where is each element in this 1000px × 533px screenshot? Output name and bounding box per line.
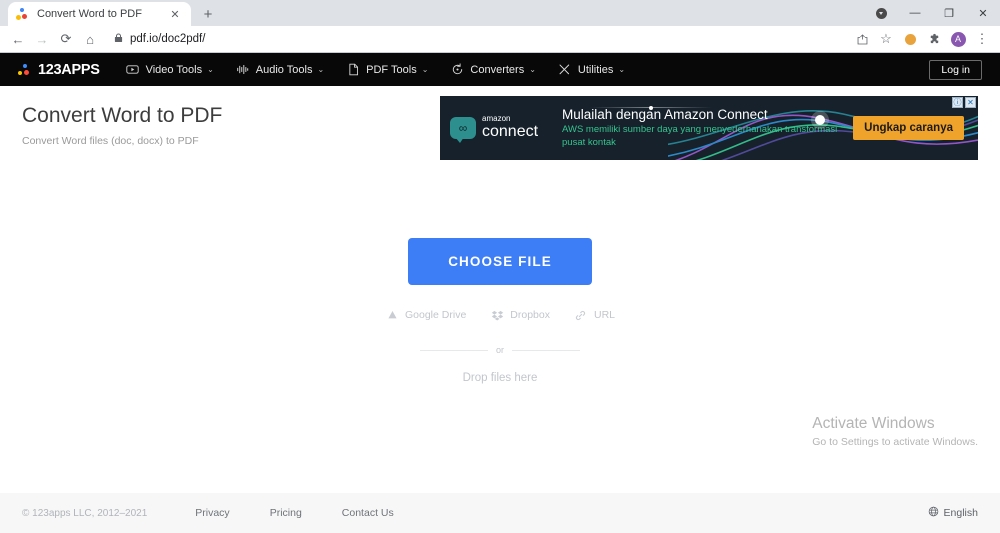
- new-tab-button[interactable]: +: [195, 2, 221, 26]
- browser-window: Convert Word to PDF ✕ + — ❐ ✕ ← → ⟳ ⌂ pd…: [0, 0, 1000, 533]
- browser-toolbar: ← → ⟳ ⌂ pdf.io/doc2pdf/ ☆ A ⋮: [0, 26, 1000, 52]
- source-label: URL: [593, 309, 615, 321]
- site-navbar: 123APPS Video Tools ⌄ Audio Tools ⌄ PDF …: [0, 53, 1000, 86]
- login-button[interactable]: Log in: [929, 59, 982, 80]
- nav-item-label: Converters: [470, 63, 525, 76]
- avatar[interactable]: A: [946, 27, 970, 51]
- nav-item-label: Utilities: [577, 63, 614, 76]
- activate-windows-watermark: Activate Windows Go to Settings to activ…: [812, 415, 978, 448]
- footer-link-contact-us[interactable]: Contact Us: [342, 507, 394, 519]
- choose-file-button[interactable]: CHOOSE FILE: [408, 238, 592, 285]
- nav-item-converters[interactable]: Converters ⌄: [450, 63, 536, 77]
- page-subtitle: Convert Word files (doc, docx) to PDF: [22, 135, 199, 147]
- page-title: Convert Word to PDF: [22, 104, 223, 127]
- logo-text: 123APPS: [38, 61, 100, 78]
- ad-brand-bottom: connect: [482, 122, 539, 140]
- utilities-icon: [558, 63, 572, 77]
- hero-text: Convert Word to PDF Convert Word files (…: [22, 96, 222, 160]
- logo-dots-icon: [18, 63, 32, 77]
- share-icon[interactable]: [850, 27, 874, 51]
- chevron-down-icon: ⌄: [618, 65, 626, 74]
- nav-item-pdf-tools[interactable]: PDF Tools ⌄: [346, 63, 428, 77]
- chevron-down-icon: ⌄: [207, 65, 214, 74]
- or-separator: or: [420, 345, 581, 355]
- separator-line-right: [512, 349, 581, 351]
- advertisement[interactable]: ∞ amazon connect Mulailah dengan Amazon …: [440, 96, 978, 160]
- lock-icon: [114, 33, 123, 45]
- window-close-icon[interactable]: ✕: [966, 0, 1000, 26]
- 123apps-favicon: [16, 7, 30, 21]
- source-label: Dropbox: [510, 309, 550, 321]
- ad-copy: Mulailah dengan Amazon Connect AWS memil…: [558, 107, 853, 150]
- url-text: pdf.io/doc2pdf/: [130, 33, 206, 45]
- uploader: CHOOSE FILE Google Drive Dropbox URL or …: [0, 238, 1000, 384]
- watermark-title: Activate Windows: [812, 415, 935, 432]
- footer-link-pricing[interactable]: Pricing: [270, 507, 302, 519]
- source-label: Google Drive: [405, 309, 467, 321]
- audio-icon: [236, 63, 250, 77]
- extensions-icon[interactable]: [922, 27, 946, 51]
- drop-files-text: Drop files here: [462, 372, 538, 384]
- ad-cta-button[interactable]: Ungkap caranya: [853, 116, 964, 140]
- tab-strip: Convert Word to PDF ✕ + — ❐ ✕: [0, 0, 1000, 26]
- video-icon: [126, 63, 140, 77]
- site-footer: © 123apps LLC, 2012–2021 Privacy Pricing…: [0, 493, 1000, 533]
- ad-subtext: AWS memiliki sumber daya yang menyederha…: [562, 123, 838, 148]
- or-label: or: [496, 345, 505, 355]
- language-label: English: [943, 507, 978, 519]
- minimize-icon[interactable]: —: [898, 0, 932, 26]
- address-bar[interactable]: pdf.io/doc2pdf/: [106, 29, 846, 49]
- back-icon[interactable]: ←: [6, 27, 30, 51]
- ad-banner[interactable]: ∞ amazon connect Mulailah dengan Amazon …: [440, 96, 978, 160]
- nav-item-utilities[interactable]: Utilities ⌄: [558, 63, 625, 77]
- maximize-icon[interactable]: ❐: [932, 0, 966, 26]
- ad-close-icon[interactable]: ✕: [965, 97, 976, 108]
- source-url[interactable]: URL: [574, 308, 615, 322]
- hero-section: Convert Word to PDF Convert Word files (…: [0, 86, 1000, 160]
- ad-badges: ⓘ ✕: [952, 97, 976, 108]
- chevron-down-icon: ⌄: [529, 65, 536, 74]
- separator-line-left: [420, 349, 488, 351]
- dropbox-icon: [490, 308, 504, 322]
- amazon-connect-icon: ∞: [450, 117, 476, 143]
- ad-headline: Mulailah dengan Amazon Connect: [562, 106, 768, 122]
- nav-item-video-tools[interactable]: Video Tools ⌄: [126, 63, 214, 77]
- google-drive-icon: [385, 308, 399, 322]
- link-icon: [574, 308, 588, 322]
- nav-item-label: Video Tools: [145, 63, 203, 76]
- nav-item-label: Audio Tools: [255, 63, 313, 76]
- bookmark-icon[interactable]: ☆: [874, 27, 898, 51]
- home-icon[interactable]: ⌂: [78, 27, 102, 51]
- reload-icon[interactable]: ⟳: [54, 27, 78, 51]
- globe-icon: [928, 506, 939, 520]
- ad-info-icon[interactable]: ⓘ: [952, 97, 963, 108]
- browser-tab[interactable]: Convert Word to PDF ✕: [8, 2, 191, 26]
- footer-link-privacy[interactable]: Privacy: [195, 507, 229, 519]
- chevron-down-icon: ⌄: [317, 65, 325, 74]
- document-icon: [346, 63, 360, 77]
- page-content: 123APPS Video Tools ⌄ Audio Tools ⌄ PDF …: [0, 53, 1000, 533]
- cookie-extension-icon[interactable]: [898, 27, 922, 51]
- tab-title: Convert Word to PDF: [37, 8, 142, 20]
- nav-item-label: PDF Tools: [366, 63, 417, 76]
- window-controls: — ❐ ✕: [864, 0, 1000, 26]
- ad-brand-logo: ∞ amazon connect: [440, 115, 558, 143]
- converter-icon: [450, 63, 464, 77]
- profile-indicator-icon[interactable]: [864, 0, 898, 26]
- browser-menu-icon[interactable]: ⋮: [970, 27, 994, 51]
- toolbar-right: ☆ A ⋮: [850, 27, 994, 51]
- source-dropbox[interactable]: Dropbox: [490, 308, 550, 322]
- close-icon[interactable]: ✕: [167, 6, 183, 22]
- language-selector[interactable]: English: [928, 506, 978, 520]
- forward-icon[interactable]: →: [30, 27, 54, 51]
- cloud-sources: Google Drive Dropbox URL: [385, 308, 615, 322]
- nav-item-audio-tools[interactable]: Audio Tools ⌄: [236, 63, 324, 77]
- chevron-down-icon: ⌄: [421, 65, 429, 74]
- watermark-subtitle: Go to Settings to activate Windows.: [812, 436, 978, 448]
- main-upload-area: CHOOSE FILE Google Drive Dropbox URL or …: [0, 160, 1000, 480]
- copyright-text: © 123apps LLC, 2012–2021: [22, 507, 148, 519]
- source-google-drive[interactable]: Google Drive: [385, 308, 466, 322]
- site-logo[interactable]: 123APPS: [18, 62, 100, 78]
